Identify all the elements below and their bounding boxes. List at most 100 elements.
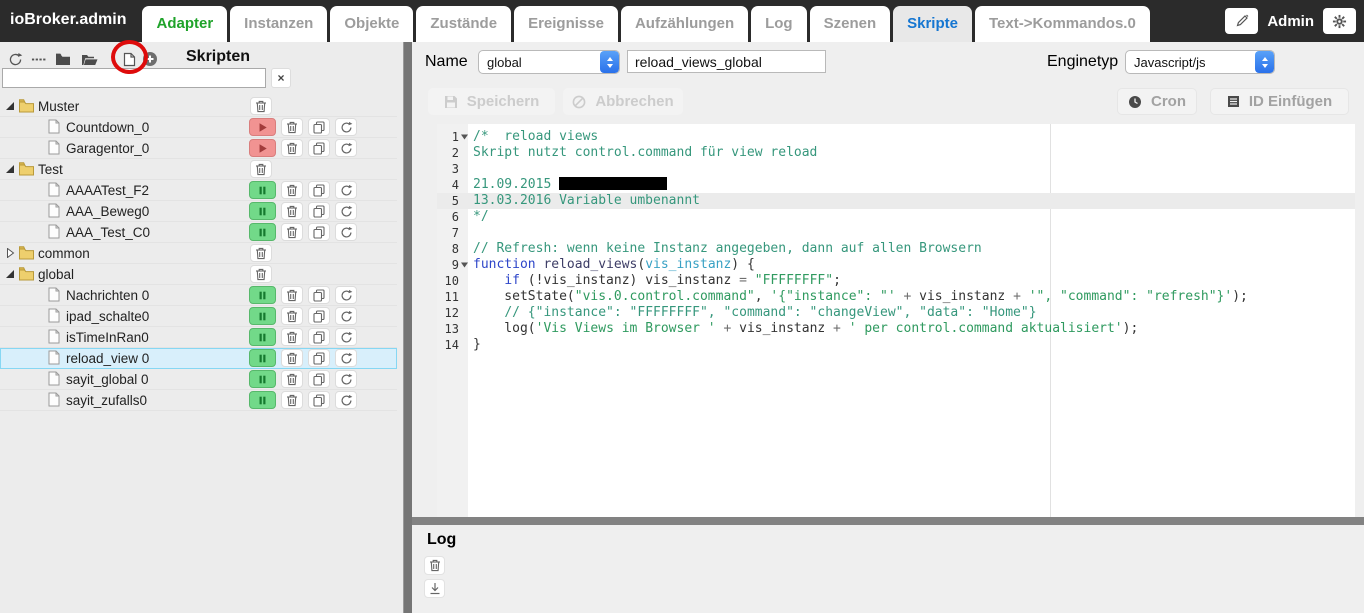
code-line-5[interactable]: 513.03.2016 Variable umbenannt [437, 193, 1355, 209]
copy-button[interactable] [308, 139, 330, 157]
collapse-folders-button[interactable] [54, 50, 72, 68]
add-script-button[interactable] [141, 50, 159, 68]
collapse-icon[interactable] [5, 101, 15, 111]
folder-select[interactable]: global [478, 50, 620, 74]
download-log-button[interactable] [424, 579, 445, 598]
delete-button[interactable] [281, 223, 303, 241]
restart-button[interactable] [335, 118, 357, 136]
copy-button[interactable] [308, 391, 330, 409]
restart-button[interactable] [335, 307, 357, 325]
new-file-button[interactable] [120, 50, 138, 68]
tree-script-ipad-schalte0[interactable]: ipad_schalte0 [0, 306, 397, 327]
tree-script-aaa-test-c0[interactable]: AAA_Test_C0 [0, 222, 397, 243]
code-line-7[interactable]: 7 [437, 225, 1355, 241]
save-button[interactable]: Speichern [428, 88, 555, 115]
pause-script-button[interactable] [249, 328, 276, 346]
copy-button[interactable] [308, 328, 330, 346]
pause-script-button[interactable] [249, 202, 276, 220]
code-line-10[interactable]: 10 if (!vis_instanz) vis_instanz = "FFFF… [437, 273, 1355, 289]
code-line-9[interactable]: 9function reload_views(vis_instanz) { [437, 257, 1355, 273]
tree-script-aaa-beweg0[interactable]: AAA_Beweg0 [0, 201, 397, 222]
pause-script-button[interactable] [249, 181, 276, 199]
delete-button[interactable] [250, 244, 272, 262]
copy-button[interactable] [308, 286, 330, 304]
delete-button[interactable] [250, 97, 272, 115]
collapse-icon[interactable] [5, 269, 15, 279]
tree-folder-muster[interactable]: Muster [0, 96, 397, 117]
pause-script-button[interactable] [249, 286, 276, 304]
copy-button[interactable] [308, 307, 330, 325]
delete-button[interactable] [281, 139, 303, 157]
delete-button[interactable] [281, 307, 303, 325]
tab-ereignisse[interactable]: Ereignisse [514, 6, 618, 42]
restart-button[interactable] [335, 370, 357, 388]
search-input[interactable] [2, 68, 266, 88]
cancel-button[interactable]: Abbrechen [563, 88, 683, 115]
tree-folder-global[interactable]: global [0, 264, 397, 285]
delete-button[interactable] [281, 391, 303, 409]
tab-text-kommandos-0[interactable]: Text->Kommandos.0 [975, 6, 1150, 42]
reload-tree-button[interactable] [6, 50, 24, 68]
code-editor[interactable]: 1/* reload views2Skript nutzt control.co… [437, 124, 1355, 517]
tab-adapter[interactable]: Adapter [142, 6, 227, 42]
restart-button[interactable] [335, 286, 357, 304]
delete-button[interactable] [281, 118, 303, 136]
tree-script-aaaatest-f2[interactable]: AAAATest_F2 [0, 180, 397, 201]
code-line-4[interactable]: 421.09.2015 [437, 177, 1355, 193]
collapse-icon[interactable] [5, 164, 15, 174]
delete-button[interactable] [250, 265, 272, 283]
code-line-12[interactable]: 12 // {"instance": "FFFFFFFF", "command"… [437, 305, 1355, 321]
tab-log[interactable]: Log [751, 6, 807, 42]
cron-button[interactable]: Cron [1117, 88, 1197, 115]
tree-folder-common[interactable]: common [0, 243, 397, 264]
delete-button[interactable] [250, 160, 272, 178]
clear-search-button[interactable]: × [271, 68, 291, 88]
restart-button[interactable] [335, 328, 357, 346]
run-script-button[interactable] [249, 139, 276, 157]
expand-icon[interactable] [5, 248, 15, 258]
code-line-6[interactable]: 6*/ [437, 209, 1355, 225]
tab-aufz-hlungen[interactable]: Aufzählungen [621, 6, 748, 42]
copy-button[interactable] [308, 118, 330, 136]
vertical-splitter[interactable] [403, 42, 412, 613]
tab-szenen[interactable]: Szenen [810, 6, 891, 42]
copy-button[interactable] [308, 370, 330, 388]
delete-button[interactable] [281, 349, 303, 367]
copy-button[interactable] [308, 202, 330, 220]
tree-script-istimeinran0[interactable]: isTimeInRan0 [0, 327, 397, 348]
copy-button[interactable] [308, 181, 330, 199]
pause-script-button[interactable] [249, 370, 276, 388]
restart-button[interactable] [335, 223, 357, 241]
delete-button[interactable] [281, 202, 303, 220]
restart-button[interactable] [335, 391, 357, 409]
tree-script-garagentor-0[interactable]: Garagentor_0 [0, 138, 397, 159]
code-line-3[interactable]: 3 [437, 161, 1355, 177]
restart-button[interactable] [335, 139, 357, 157]
fold-icon[interactable] [461, 134, 468, 140]
fold-icon[interactable] [461, 262, 468, 268]
run-script-button[interactable] [249, 118, 276, 136]
script-name-input[interactable] [627, 50, 826, 73]
pause-script-button[interactable] [249, 349, 276, 367]
delete-button[interactable] [281, 286, 303, 304]
code-line-11[interactable]: 11 setState("vis.0.control.command", '{"… [437, 289, 1355, 305]
pause-script-button[interactable] [249, 307, 276, 325]
settings-button[interactable] [1323, 8, 1356, 34]
code-line-8[interactable]: 8// Refresh: wenn keine Instanz angegebe… [437, 241, 1355, 257]
tree-folder-test[interactable]: Test [0, 159, 397, 180]
edit-user-button[interactable] [1225, 8, 1258, 34]
tree-script-sayit-global-0[interactable]: sayit_global 0 [0, 369, 397, 390]
tree-script-sayit-zufalls0[interactable]: sayit_zufalls0 [0, 390, 397, 411]
code-line-1[interactable]: 1/* reload views [437, 129, 1355, 145]
pause-script-button[interactable] [249, 223, 276, 241]
clear-log-button[interactable] [424, 556, 445, 575]
copy-button[interactable] [308, 349, 330, 367]
expand-folders-button[interactable] [80, 50, 98, 68]
delete-button[interactable] [281, 328, 303, 346]
horizontal-splitter[interactable] [412, 517, 1364, 525]
restart-button[interactable] [335, 202, 357, 220]
tab-objekte[interactable]: Objekte [330, 6, 413, 42]
tab-skripte[interactable]: Skripte [893, 6, 972, 42]
tree-script-reload-view-0[interactable]: reload_view 0 [0, 348, 397, 369]
collapse-all-button[interactable] [29, 50, 47, 68]
